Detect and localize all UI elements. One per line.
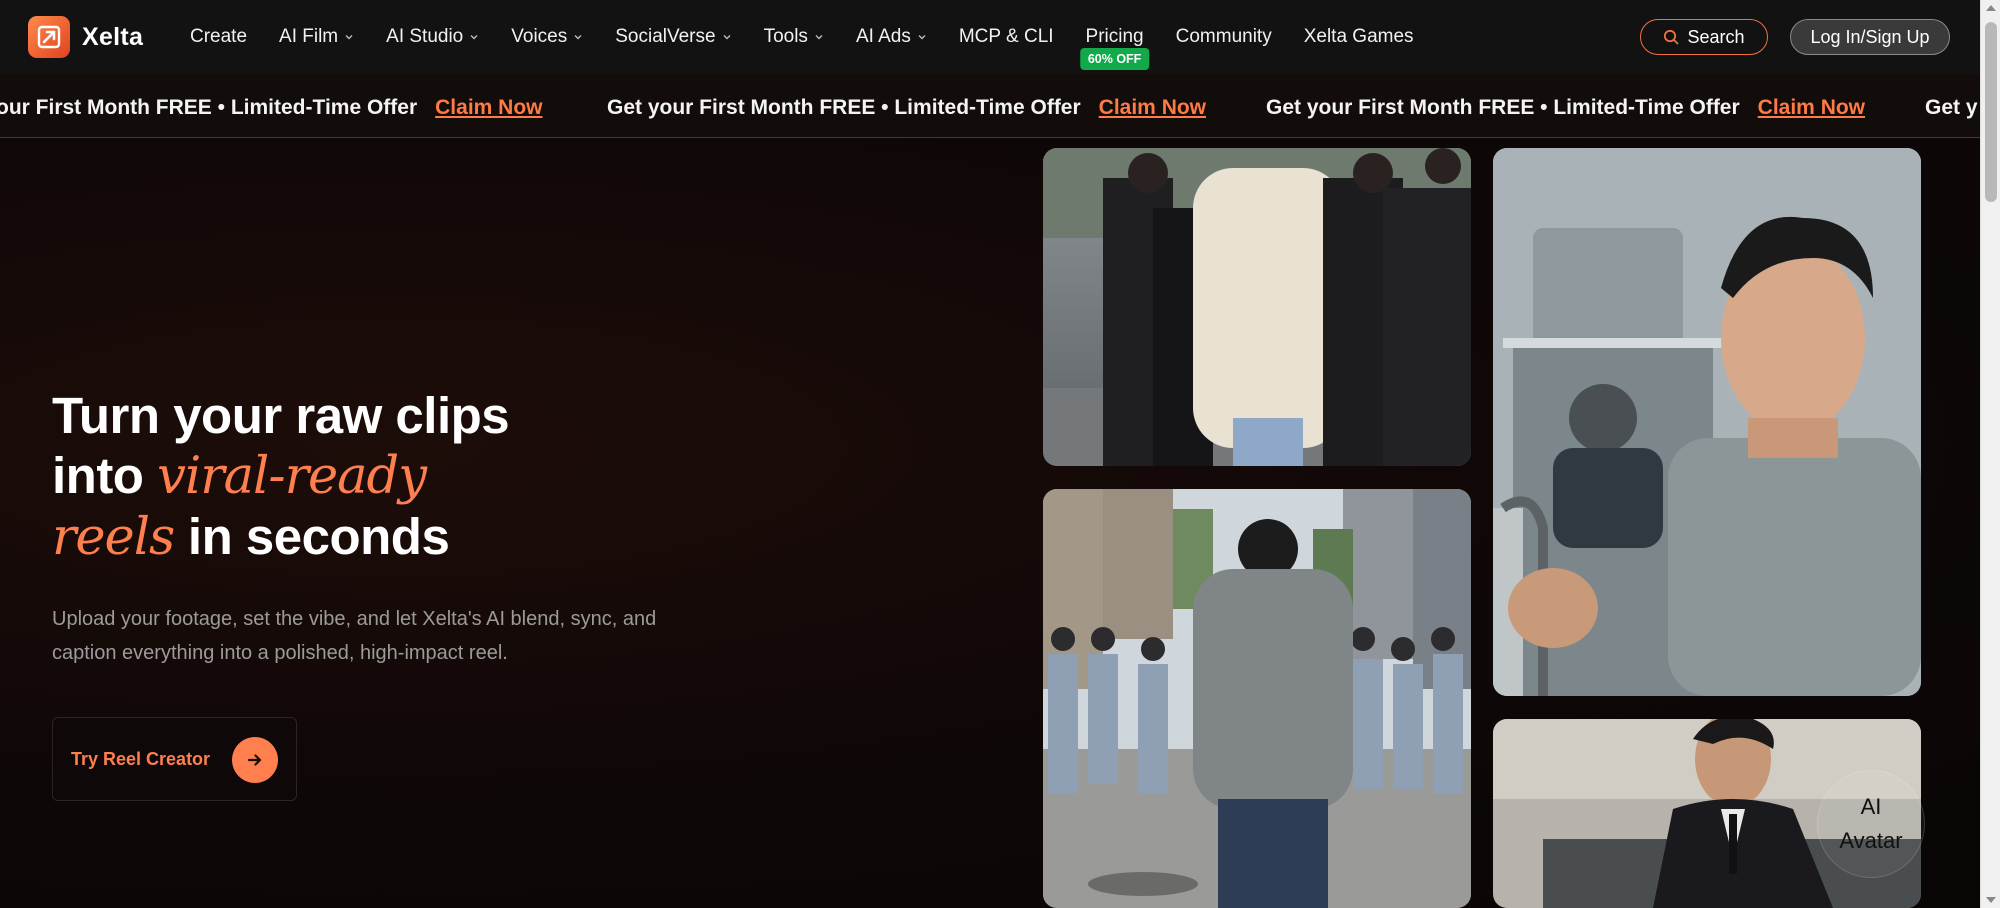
try-reel-creator-button[interactable]: Try Reel Creator [52,717,297,801]
promo-text: Get y [1925,96,1978,119]
ai-avatar-label-line-2: Avatar [1839,828,1903,853]
nav-item-label: MCP & CLI [958,26,1054,47]
search-icon [1664,29,1679,45]
claim-now-link[interactable]: Claim Now [435,96,542,120]
nav-item-pricing[interactable]: Pricing 60% OFF [1079,0,1150,74]
cta-label: Try Reel Creator [71,748,211,769]
nav-item-xelta-games[interactable]: Xelta Games [1304,0,1414,74]
claim-now-link[interactable]: Claim Now [1758,96,1865,120]
hero-headline: Turn your raw clips into viral-ready ree… [52,386,752,568]
nav-item-label: SocialVerse [615,26,716,47]
promo-item: Get your First Month FREE • Limited-Time… [1266,96,1865,120]
nav-item-create[interactable]: Create [190,0,247,74]
chevron-down-icon [470,35,478,40]
promo-item: our First Month FREE • Limited-Time Offe… [0,96,543,120]
discount-badge: 60% OFF [1079,48,1150,70]
promo-text: Get your First Month FREE • Limited-Time… [1266,96,1740,119]
chevron-down-icon [574,35,582,40]
nav-item-ai-studio[interactable]: AI Studio [386,0,479,74]
nav-item-label: Tools [763,26,808,47]
headline-accent: reels [52,508,175,567]
brand-logo[interactable]: Xelta [28,16,143,58]
nav-item-label: Pricing [1085,26,1144,47]
arrow-right-icon [232,737,278,783]
nav-item-label: Community [1175,26,1272,47]
nav-item-community[interactable]: Community [1176,0,1272,74]
top-nav: Xelta Create AI Film AI Studio Voices Social… [0,0,1980,74]
crowd-scene-image [1043,489,1471,908]
hero-subtext: Upload your footage, set the vibe, and l… [52,608,657,664]
nav-item-label: Create [190,26,248,47]
promo-text: Get your First Month FREE • Limited-Time… [607,96,1081,119]
promo-text: our First Month FREE • Limited-Time Offe… [0,96,418,119]
reel-thumbnail[interactable] [1043,148,1471,466]
promo-item: Get your First Month FREE • Limited-Time… [607,96,1206,120]
street-scene-image [1043,148,1471,466]
nav-item-voices[interactable]: Voices [511,0,583,74]
headline-line-3: in seconds [174,508,450,565]
headline-line-1: Turn your raw clips [52,387,510,444]
nav-item-ai-film[interactable]: AI Film [279,0,354,74]
chevron-down-icon [723,35,731,40]
nav-item-ai-ads[interactable]: AI Ads [856,0,927,74]
chevron-down-icon [815,35,823,40]
xelta-logo-icon [28,16,70,58]
promo-banner: our First Month FREE • Limited-Time Offe… [0,74,1980,138]
scroll-up-icon[interactable] [1986,5,1996,11]
nav-item-socialverse[interactable]: SocialVerse [615,0,731,74]
chevron-down-icon [345,35,353,40]
scroll-down-icon[interactable] [1986,897,1996,903]
ai-avatar-label-line-1: AI [1860,794,1882,819]
search-button[interactable]: Search [1640,19,1768,55]
nav-item-tools[interactable]: Tools [764,0,824,74]
main-menu: Create AI Film AI Studio Voices SocialVerse T… [190,0,1446,74]
page-scrollbar[interactable] [1980,0,2000,908]
claim-now-link[interactable]: Claim Now [1099,96,1206,120]
nav-item-label: AI Ads [855,26,911,47]
nav-item-label: Xelta Games [1303,26,1414,47]
nav-item-label: AI Film [279,26,339,47]
reel-thumbnail[interactable] [1043,489,1471,908]
nav-item-label: AI Studio [386,26,464,47]
headline-line-2: into [52,447,158,504]
ai-avatar-widget[interactable]: AI Avatar [1817,770,1925,878]
chevron-down-icon [918,35,926,40]
login-signup-button[interactable]: Log In/Sign Up [1790,19,1950,55]
subway-scene-image [1493,148,1921,696]
scroll-thumb[interactable] [1985,22,1997,202]
search-label: Search [1687,26,1745,47]
headline-accent: viral-ready [157,447,427,506]
nav-item-mcp-cli[interactable]: MCP & CLI [959,0,1054,74]
reel-thumbnail[interactable] [1493,148,1921,696]
nav-item-label: Voices [511,26,568,47]
promo-item: Get y [1925,96,1978,120]
brand-name: Xelta [82,22,144,51]
